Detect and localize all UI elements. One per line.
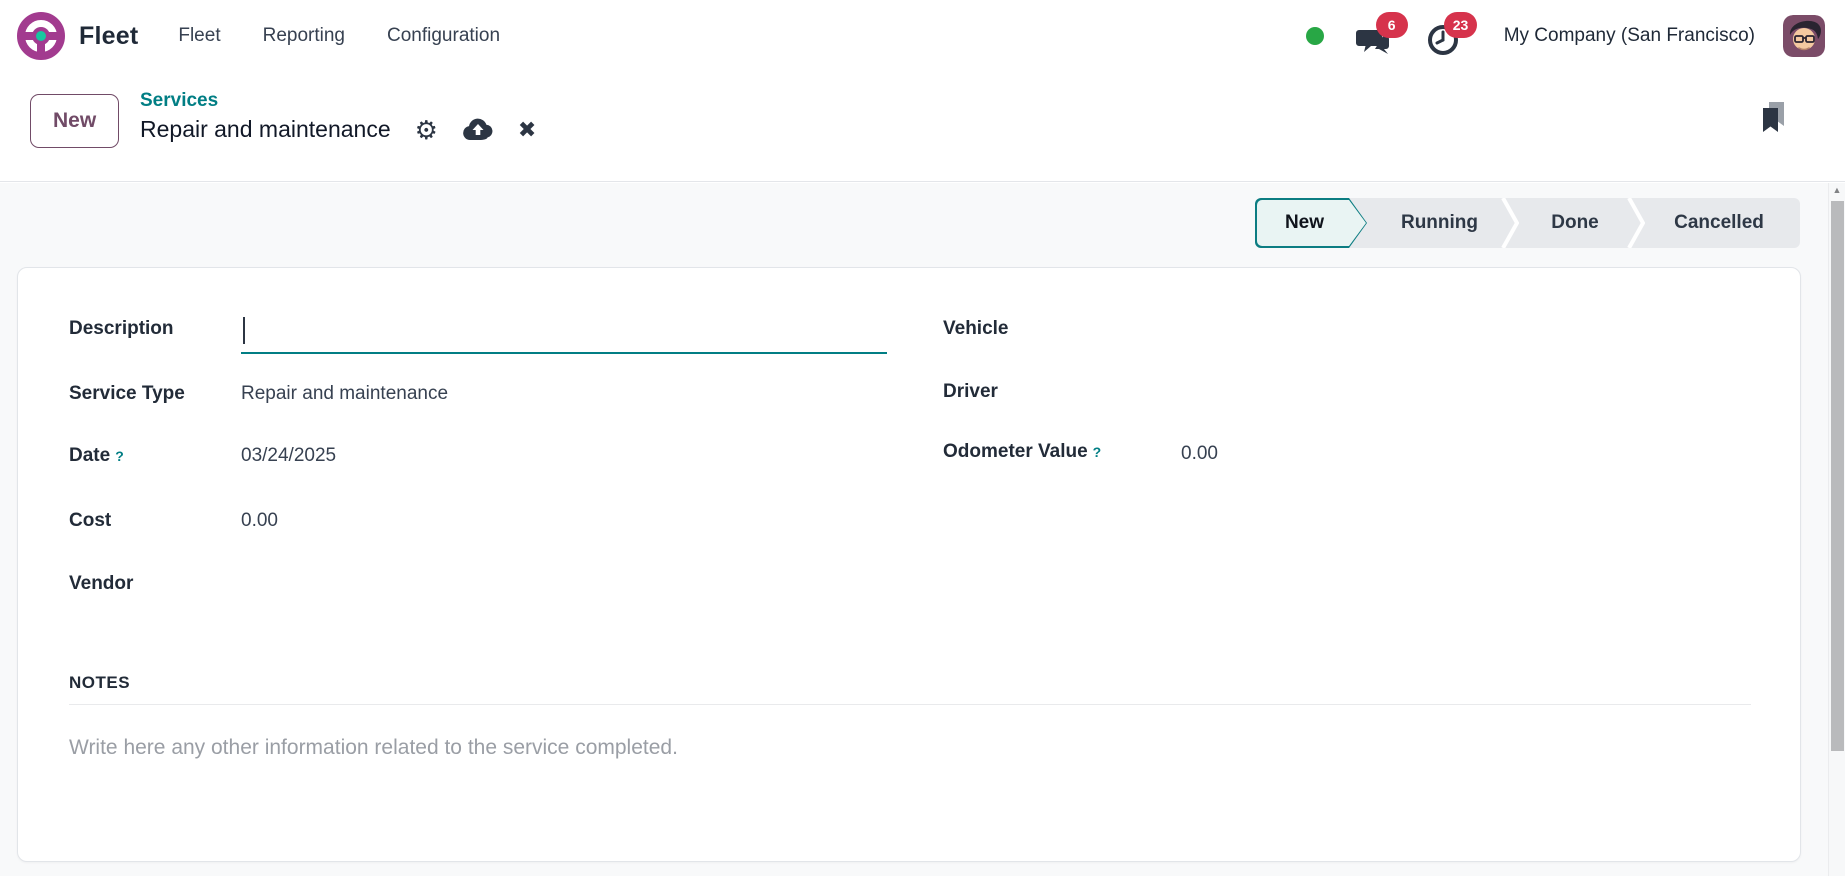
cloud-save-icon[interactable] <box>462 118 494 142</box>
app-switcher[interactable]: Fleet <box>16 11 138 61</box>
cost-value[interactable]: 0.00 <box>241 510 278 532</box>
scrollbar-thumb[interactable] <box>1831 201 1844 751</box>
vertical-scrollbar[interactable]: ▲ <box>1828 183 1845 876</box>
odometer-label: Odometer Value <box>943 441 1088 462</box>
stage-running[interactable]: Running <box>1367 198 1512 248</box>
breadcrumb: Services Repair and maintenance ⚙ ✖ <box>140 90 536 143</box>
cost-label: Cost <box>69 510 112 531</box>
top-navbar: Fleet Fleet Reporting Configuration 6 23… <box>0 0 1845 72</box>
control-panel: New Services Repair and maintenance ⚙ ✖ <box>0 72 1845 182</box>
vehicle-label: Vehicle <box>943 318 1009 339</box>
notes-divider <box>69 704 1751 705</box>
service-type-label: Service Type <box>69 383 185 404</box>
odometer-help-icon[interactable]: ? <box>1093 444 1102 460</box>
vendor-label: Vendor <box>69 573 134 594</box>
notes-heading: NOTES <box>69 673 131 692</box>
fleet-app-icon <box>16 11 66 61</box>
breadcrumb-services-link[interactable]: Services <box>140 90 218 112</box>
vendor-input[interactable] <box>241 569 641 599</box>
new-button[interactable]: New <box>30 94 120 148</box>
bookmark-icon[interactable] <box>1759 100 1789 132</box>
menu-fleet[interactable]: Fleet <box>178 25 220 47</box>
date-value[interactable]: 03/24/2025 <box>241 445 336 467</box>
record-title: Repair and maintenance <box>140 116 391 142</box>
service-type-value[interactable]: Repair and maintenance <box>241 383 448 405</box>
form-sheet: Description Service Type Repair and main… <box>17 267 1801 862</box>
date-label: Date <box>69 445 111 466</box>
driver-input[interactable] <box>1181 377 1581 407</box>
user-avatar[interactable] <box>1783 15 1825 57</box>
company-menu[interactable]: My Company (San Francisco) <box>1504 25 1755 47</box>
menu-configuration[interactable]: Configuration <box>387 25 500 47</box>
stage-cancelled[interactable]: Cancelled <box>1638 198 1800 248</box>
navbar-systray: 6 23 My Company (San Francisco) <box>1305 12 1825 57</box>
messages-menu[interactable]: 6 <box>1355 12 1408 56</box>
stage-separator-icon <box>1627 198 1645 248</box>
stage-statusbar: New Running Done Cancelled <box>1255 198 1800 248</box>
description-label: Description <box>69 318 174 339</box>
vehicle-input[interactable] <box>1181 314 1581 344</box>
date-help-icon[interactable]: ? <box>115 448 124 464</box>
main-menu: Fleet Reporting Configuration <box>178 25 500 47</box>
activities-menu[interactable]: 23 <box>1426 12 1478 56</box>
app-name: Fleet <box>79 21 139 50</box>
stage-new[interactable]: New <box>1255 198 1367 248</box>
stage-done[interactable]: Done <box>1512 198 1638 248</box>
odometer-value[interactable]: 0.00 <box>1181 443 1218 465</box>
description-input[interactable] <box>241 314 887 354</box>
notes-editor[interactable]: Write here any other information related… <box>69 736 678 760</box>
discard-icon[interactable]: ✖ <box>518 118 536 141</box>
form-view: New Running Done Cancelled Description S… <box>0 183 1828 876</box>
text-caret <box>243 317 245 344</box>
online-status-dot <box>1305 27 1324 45</box>
driver-label: Driver <box>943 381 998 402</box>
activities-badge: 23 <box>1443 12 1478 38</box>
stage-separator-icon <box>1501 198 1519 248</box>
scroll-up-icon[interactable]: ▲ <box>1829 185 1845 195</box>
gear-actions-icon[interactable]: ⚙ <box>415 117 438 143</box>
menu-reporting[interactable]: Reporting <box>263 25 345 47</box>
messages-badge: 6 <box>1375 12 1408 38</box>
